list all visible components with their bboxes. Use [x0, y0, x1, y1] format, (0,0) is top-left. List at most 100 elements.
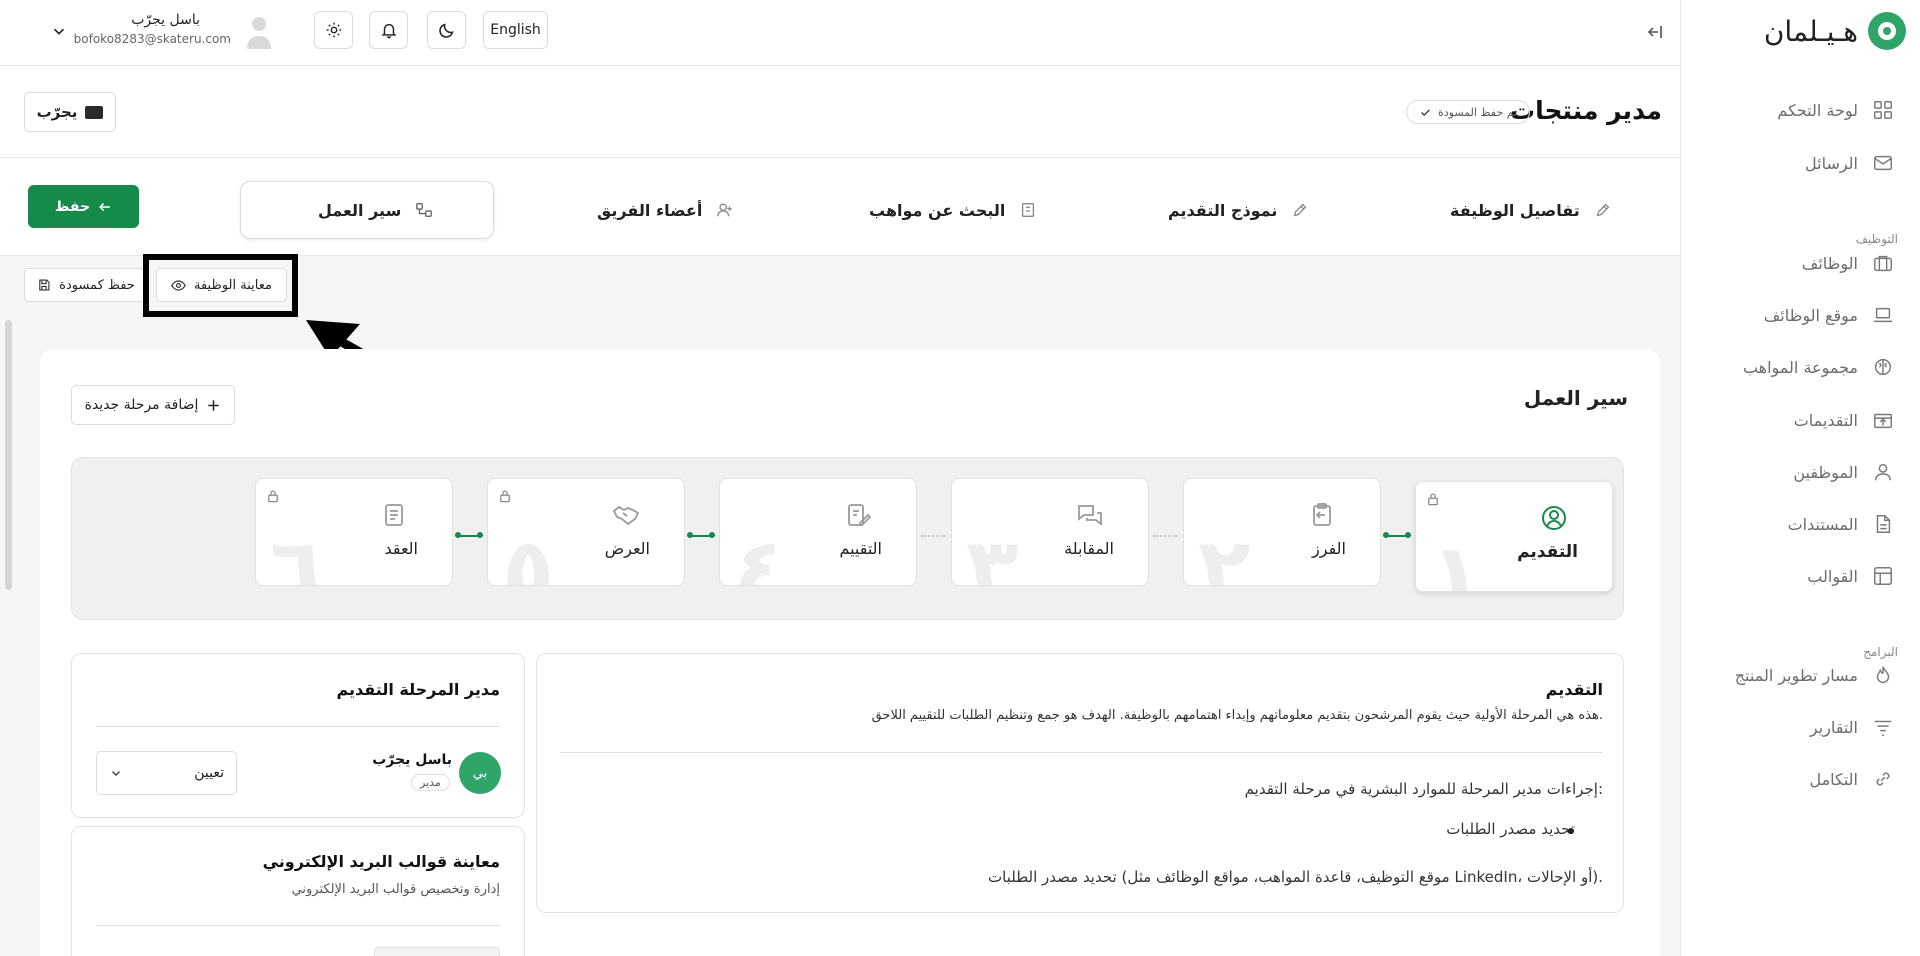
- arrow-left-icon: [99, 202, 110, 211]
- sidebar-item-documents[interactable]: المستندات: [1680, 504, 1920, 544]
- stage-connector: [455, 532, 483, 538]
- sidebar-item-label: لوحة التحكم: [1777, 100, 1858, 120]
- briefcase-icon: [1874, 255, 1892, 272]
- assign-label: تعيين: [194, 765, 224, 781]
- tab-label: أعضاء الفريق: [597, 200, 703, 220]
- add-user-icon: [717, 203, 733, 217]
- stage-card-offer[interactable]: ٥ العرض: [487, 478, 685, 586]
- edit-icon: [1596, 203, 1610, 217]
- stage-number: ٤: [734, 520, 787, 586]
- sidebar-section-hiring: التوظيف: [1855, 232, 1898, 246]
- detail-description: هذه هي المرحلة الأولية حيث يقوم المرشحون…: [871, 708, 1603, 723]
- filter-icon: [1874, 720, 1892, 736]
- sidebar-item-employees[interactable]: الموظفين: [1680, 452, 1920, 492]
- manager-name: باسل يجرّب: [372, 752, 452, 768]
- sidebar-item-integrations[interactable]: التكامل: [1680, 759, 1920, 799]
- bullet-item: تحديد مصدر الطلبات: [1446, 820, 1575, 838]
- grid-icon: [1874, 101, 1892, 119]
- stage-label: العرض: [604, 539, 650, 558]
- sidebar-item-templates[interactable]: القوالب: [1680, 556, 1920, 596]
- template-tabs[interactable]: [374, 947, 500, 956]
- tab-label: نموذج التقديم: [1168, 200, 1278, 220]
- stage-label: الفرز: [1312, 539, 1346, 558]
- flame-icon: [1876, 666, 1890, 683]
- stage-label: العقد: [384, 539, 418, 558]
- tab-label: البحث عن مواهب: [869, 200, 1006, 220]
- preview-button[interactable]: يجرّب: [24, 92, 116, 132]
- stage-connector: [921, 535, 945, 537]
- dark-mode-button[interactable]: [427, 11, 466, 49]
- stage-label: المقابلة: [1064, 539, 1114, 558]
- sidebar-item-applications[interactable]: التقديمات: [1680, 400, 1920, 440]
- tab-team-members[interactable]: أعضاء الفريق: [597, 182, 734, 238]
- clipboard-icon: [1313, 503, 1331, 526]
- link-icon: [1876, 772, 1890, 786]
- brand-name: هـيـلمان: [1763, 14, 1858, 48]
- chevron-down-icon[interactable]: [50, 22, 68, 40]
- tab-application-form[interactable]: نموذج التقديم: [1168, 182, 1309, 238]
- lock-icon: [268, 490, 278, 503]
- manager-role-badge: مدير: [411, 774, 450, 791]
- sidebar-item-label: التقارير: [1809, 717, 1858, 737]
- email-templates-subtitle: إدارة وتخصيص قوالب البريد الإلكتروني: [291, 882, 500, 897]
- workflow-title: سير العمل: [1523, 386, 1628, 410]
- sidebar-section-programs: البرامج: [1863, 645, 1898, 659]
- edit-icon: [1294, 203, 1307, 217]
- email-templates-title: معاينة قوالب البريد الإلكتروني: [262, 852, 500, 871]
- divider: [560, 752, 1603, 753]
- notifications-button[interactable]: [369, 11, 408, 49]
- avatar[interactable]: [246, 15, 272, 49]
- stage-card-application[interactable]: ١ التقديم: [1415, 481, 1613, 592]
- sidebar-item-product-roadmap[interactable]: مسار تطوير المنتج: [1680, 655, 1920, 695]
- sidebar-item-talent-pool[interactable]: مجموعة المواهب: [1680, 347, 1920, 387]
- assign-dropdown[interactable]: تعيين: [96, 751, 237, 795]
- stage-connector: [687, 532, 715, 538]
- collapse-sidebar-icon[interactable]: [1646, 22, 1666, 42]
- stage-label: التقييم: [839, 539, 882, 558]
- document-icon: [1876, 515, 1891, 533]
- save-icon: [39, 279, 50, 291]
- save-draft-label: حفظ كمسودة: [59, 277, 135, 293]
- plus-icon: [208, 399, 220, 411]
- stage-card-screening[interactable]: ٢ الفرز: [1183, 478, 1381, 586]
- sidebar-item-label: القوالب: [1807, 566, 1858, 586]
- sidebar-item-label: التكامل: [1809, 769, 1858, 789]
- handshake-icon: [612, 505, 640, 526]
- sidebar-item-careers-site[interactable]: موقع الوظائف: [1680, 295, 1920, 335]
- check-icon: [1421, 108, 1430, 116]
- save-button-label: حفظ: [54, 198, 91, 215]
- brand-logo-icon: [1868, 12, 1906, 50]
- save-draft-button[interactable]: حفظ كمسودة: [24, 268, 148, 302]
- sidebar-item-jobs[interactable]: الوظائف: [1680, 243, 1920, 283]
- sidebar-item-messages[interactable]: الرسائل: [1680, 143, 1920, 183]
- lock-icon: [500, 490, 510, 503]
- sidebar-item-label: مسار تطوير المنتج: [1734, 665, 1858, 685]
- tab-job-details[interactable]: تفاصيل الوظيفة: [1450, 182, 1612, 238]
- laptop-icon: [1873, 307, 1893, 323]
- workflow-icon: [416, 203, 433, 217]
- stage-number: ٣: [966, 520, 1019, 586]
- stage-card-evaluation[interactable]: ٤ التقييم: [719, 478, 917, 586]
- moon-icon: [438, 23, 453, 38]
- brain-icon: [1874, 358, 1892, 376]
- sidebar-item-label: الرسائل: [1805, 153, 1858, 173]
- gear-icon: [326, 22, 341, 38]
- sidebar-item-label: الوظائف: [1801, 253, 1858, 273]
- lock-icon: [1428, 493, 1438, 506]
- user-icon: [1874, 463, 1892, 481]
- brand[interactable]: هـيـلمان: [1764, 12, 1906, 50]
- save-button[interactable]: حفظ: [28, 185, 139, 228]
- settings-button[interactable]: [314, 11, 353, 49]
- draft-status-text: تم حفظ المسودة: [1438, 105, 1518, 119]
- stage-card-contract[interactable]: ٦ العقد: [255, 478, 453, 586]
- tab-workflow[interactable]: سير العمل: [318, 182, 433, 238]
- tab-talent-search[interactable]: البحث عن مواهب: [869, 182, 1037, 238]
- stage-card-interview[interactable]: ٣ المقابلة: [951, 478, 1149, 586]
- scrollbar[interactable]: [5, 320, 12, 590]
- add-stage-button[interactable]: إضافة مرحلة جديدة: [71, 385, 235, 425]
- sidebar-item-dashboard[interactable]: لوحة التحكم: [1680, 90, 1920, 130]
- language-button[interactable]: English: [483, 11, 548, 49]
- flag-icon: [85, 105, 104, 119]
- upload-box-icon: [1874, 413, 1892, 429]
- sidebar-item-reports[interactable]: التقارير: [1680, 707, 1920, 747]
